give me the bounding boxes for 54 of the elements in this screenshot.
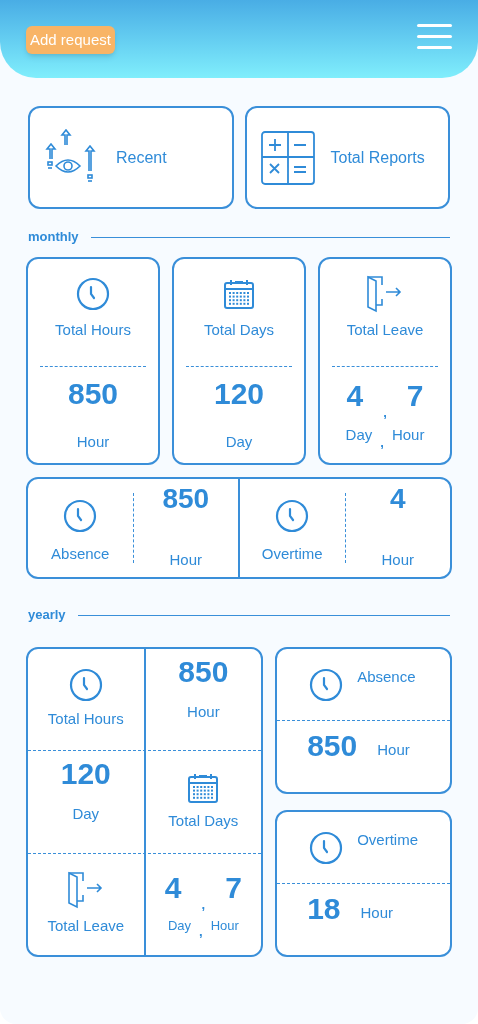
stat-value: 120 <box>213 378 265 409</box>
stat-value: 120 <box>60 759 111 790</box>
clock-icon <box>63 498 98 533</box>
menu-icon[interactable] <box>417 24 452 49</box>
stat-label: Total Days <box>168 810 239 831</box>
unit-label: Hour <box>391 425 425 445</box>
unit-label: Hour <box>169 549 202 570</box>
section-title: monthly <box>28 228 79 247</box>
shortcut-card[interactable]: Total Reports <box>244 106 450 209</box>
door-exit-icon <box>366 275 404 313</box>
unit-label: Day <box>345 425 373 445</box>
stat-value: 7 <box>406 380 424 411</box>
stat-value: 7 <box>225 872 242 903</box>
stat-value: 4 <box>164 872 182 903</box>
stat-label: Overtime <box>357 830 418 851</box>
stat-label: Total Hours <box>47 709 124 730</box>
stat-label: Absence <box>51 543 110 564</box>
unit-label: Hour <box>360 902 394 923</box>
stat-label: Total Days <box>204 320 274 340</box>
clock-icon <box>309 667 344 702</box>
stat-value: 850 <box>178 657 229 687</box>
unit-label: Day <box>225 431 253 452</box>
stat-value: 850 <box>307 731 358 761</box>
unit-label: Hour <box>210 917 239 936</box>
unit-label: Day <box>167 917 191 936</box>
unit-label: Hour <box>377 739 410 760</box>
section-title: yearly <box>28 606 66 625</box>
separator-text: , <box>201 895 206 914</box>
separator-text: , <box>383 403 387 422</box>
stat-value: 18 <box>307 894 341 924</box>
calculator-icon <box>260 130 315 185</box>
clock-icon <box>275 498 310 533</box>
separator-text: , <box>380 434 384 452</box>
stat-value: 4 <box>346 380 364 411</box>
stat-value: 4 <box>389 485 406 513</box>
separator-text: , <box>199 923 203 942</box>
stat-label: Total Leave <box>346 320 424 340</box>
unit-label: Hour <box>76 431 110 452</box>
stat-label: Absence <box>357 667 416 688</box>
stat-label: Total Leave <box>47 916 125 937</box>
calendar-icon <box>187 771 220 804</box>
unit-label: Hour <box>381 549 414 570</box>
stat-label: Total Hours <box>55 320 131 340</box>
stat-value: 850 <box>67 378 119 409</box>
clock-icon <box>309 830 344 865</box>
stat-label: Overtime <box>261 543 323 564</box>
calendar-icon <box>223 278 255 310</box>
unit-label: Hour <box>187 702 220 722</box>
stat-value: 850 <box>162 485 210 513</box>
clock-icon <box>76 277 110 311</box>
unit-label: Day <box>72 804 100 825</box>
clock-icon <box>68 668 103 703</box>
door-exit-icon <box>66 871 105 910</box>
shortcut-card[interactable]: Recent <box>28 106 234 209</box>
